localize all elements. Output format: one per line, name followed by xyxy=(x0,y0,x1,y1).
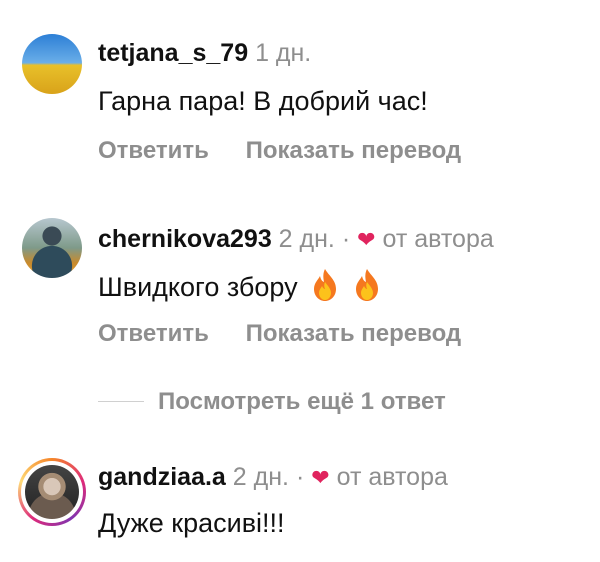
fire-icon xyxy=(355,269,378,301)
avatar[interactable] xyxy=(22,218,82,278)
reply-button[interactable]: Ответить xyxy=(98,137,209,164)
comment-actions: Ответить Показать перевод xyxy=(98,137,491,165)
replies-divider xyxy=(98,401,144,402)
username[interactable]: chernikova293 xyxy=(98,225,272,253)
separator-dot: · xyxy=(295,463,305,491)
username[interactable]: gandziaa.a xyxy=(98,463,226,491)
username[interactable]: tetjana_s_79 xyxy=(98,39,248,67)
separator-dot: · xyxy=(341,225,351,253)
heart-icon: ❤ xyxy=(311,465,330,490)
avatar-story-ring[interactable] xyxy=(18,458,86,526)
comment-time: 2 дн. xyxy=(232,463,289,491)
translate-button[interactable]: Показать перевод xyxy=(246,137,462,164)
heart-icon: ❤ xyxy=(357,227,376,252)
author-like-label: от автора xyxy=(382,225,494,253)
author-like-label: от автора xyxy=(336,463,448,491)
comment-time: 1 дн. xyxy=(255,39,312,67)
avatar[interactable] xyxy=(22,34,82,94)
comment-text: Гарна пара! В добрий час! xyxy=(98,86,428,116)
comment-text: Швидкого збору xyxy=(98,272,298,302)
comment-header: chernikova293 2 дн. · ❤ от автора xyxy=(98,224,494,255)
comment-header: gandziaa.a 2 дн. · ❤ от автора xyxy=(98,462,448,493)
translate-button[interactable]: Показать перевод xyxy=(246,320,462,347)
comment-header: tetjana_s_79 1 дн. xyxy=(98,38,311,68)
view-more-replies-button[interactable]: Посмотреть ещё 1 ответ xyxy=(158,388,446,416)
comment-actions: Ответить Показать перевод xyxy=(98,320,491,348)
comment-text-row: Швидкого збору xyxy=(98,268,381,304)
fire-icon xyxy=(314,269,337,301)
comment-time: 2 дн. xyxy=(278,225,335,253)
comment-text: Дуже красиві!!! xyxy=(98,508,285,538)
avatar xyxy=(25,465,79,519)
reply-button[interactable]: Ответить xyxy=(98,320,209,347)
